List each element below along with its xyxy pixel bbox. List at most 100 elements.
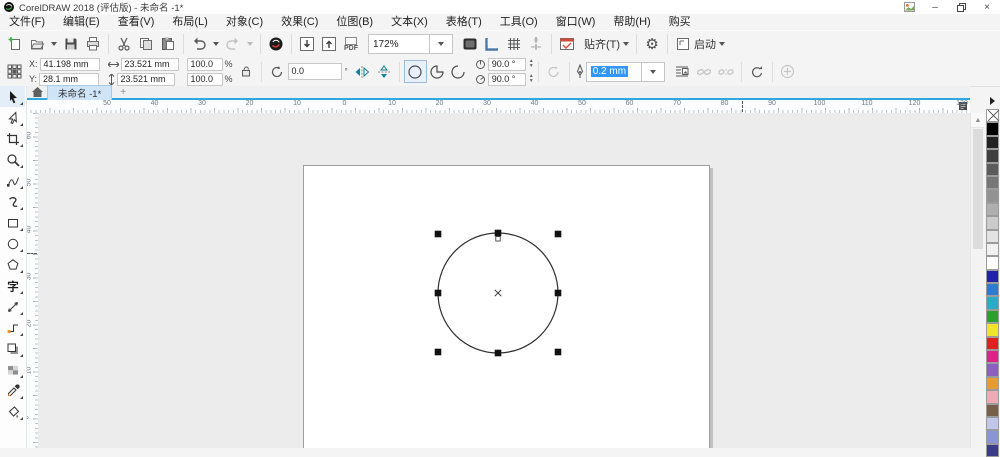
- object-width-field[interactable]: 23.521 mm: [120, 57, 179, 71]
- object-position-grid-icon[interactable]: [3, 61, 25, 83]
- show-rulers-icon[interactable]: [481, 33, 503, 55]
- color-swatch-blue[interactable]: [986, 283, 999, 297]
- color-swatch-magenta[interactable]: [986, 350, 999, 364]
- color-swatch-red[interactable]: [986, 336, 999, 351]
- menu-item[interactable]: 布局(L): [163, 14, 216, 30]
- fullscreen-preview-icon[interactable]: [459, 33, 481, 55]
- open-dropdown-arrow[interactable]: [51, 42, 57, 46]
- vertical-scrollbar[interactable]: ▲: [970, 113, 985, 448]
- start-angle-spinner[interactable]: ▲ ▼: [529, 59, 534, 69]
- rotation-angle-field[interactable]: 0.0: [287, 63, 342, 80]
- close-button[interactable]: ×: [974, 1, 1000, 14]
- zoom-level-combo[interactable]: 172%: [368, 34, 430, 54]
- scroll-up-button[interactable]: ▲: [971, 113, 985, 128]
- color-swatch-no-color[interactable]: [986, 109, 999, 123]
- pick-tool[interactable]: [0, 86, 25, 107]
- outline-width-combo[interactable]: 0.2 mm: [585, 61, 642, 82]
- menu-item[interactable]: 位图(B): [327, 14, 382, 30]
- search-content-icon[interactable]: [265, 33, 287, 55]
- color-swatch-pink[interactable]: [986, 390, 999, 404]
- import-icon[interactable]: [296, 33, 318, 55]
- menu-item[interactable]: 购买: [660, 14, 700, 30]
- convert-to-curves-icon[interactable]: [746, 61, 768, 83]
- interactive-fill-tool[interactable]: [0, 401, 25, 422]
- selected-ellipse-object[interactable]: [428, 221, 574, 367]
- color-swatch-lavender[interactable]: [986, 430, 999, 444]
- color-swatch-60-black[interactable]: [986, 175, 999, 190]
- zoom-level-dropdown[interactable]: [430, 34, 453, 54]
- snap-to-label[interactable]: 贴齐(T): [584, 36, 620, 52]
- text-tool[interactable]: 字: [0, 275, 25, 296]
- restore-button[interactable]: [948, 1, 974, 14]
- end-angle-spinner[interactable]: ▲ ▼: [529, 74, 534, 84]
- color-swatch-cyan[interactable]: [986, 296, 999, 310]
- home-icon[interactable]: [32, 87, 43, 97]
- palette-flyout-arrow[interactable]: [990, 97, 995, 105]
- color-swatch-light-lavender[interactable]: [986, 416, 999, 431]
- menu-item[interactable]: 效果(C): [272, 14, 327, 30]
- color-swatch-green[interactable]: [986, 309, 999, 324]
- ellipse-tool[interactable]: [0, 233, 25, 254]
- color-swatch-70-black[interactable]: [986, 162, 999, 176]
- menu-item[interactable]: 对象(C): [217, 14, 272, 30]
- artistic-media-tool[interactable]: [0, 191, 25, 212]
- copy-icon[interactable]: [135, 33, 157, 55]
- launch-dropdown-arrow[interactable]: [719, 42, 726, 46]
- menu-item[interactable]: 表格(T): [437, 14, 491, 30]
- scale-vertical-field[interactable]: 100.0: [186, 72, 223, 86]
- save-icon[interactable]: [60, 33, 82, 55]
- crop-tool[interactable]: [0, 128, 25, 149]
- horizontal-ruler[interactable]: 50 40 30 20 10 0 10 20 30 40 50 60 70 80 90 100 110 120 13…: [26, 100, 970, 114]
- pdf-icon[interactable]: PDF: [340, 33, 362, 55]
- show-guidelines-icon[interactable]: [525, 33, 547, 55]
- color-swatch-20-black[interactable]: [986, 229, 999, 243]
- undo-icon[interactable]: [188, 33, 210, 55]
- change-direction-icon[interactable]: [543, 61, 565, 83]
- zoom-tool[interactable]: [0, 149, 25, 170]
- snap-to-dropdown-arrow[interactable]: [623, 42, 630, 46]
- launch-label[interactable]: 启动: [694, 36, 716, 52]
- menu-item[interactable]: 文件(F): [0, 14, 54, 30]
- transparency-tool[interactable]: [0, 359, 25, 380]
- outline-width-dropdown[interactable]: [641, 61, 665, 82]
- color-swatch-90-black[interactable]: [986, 135, 999, 150]
- color-swatch-yellow[interactable]: [986, 323, 999, 337]
- object-height-field[interactable]: 23.521 mm: [116, 72, 175, 86]
- color-eyedropper-tool[interactable]: [0, 380, 25, 401]
- menu-item[interactable]: 帮助(H): [604, 14, 659, 30]
- redo-dropdown-arrow[interactable]: [247, 42, 253, 46]
- drop-shadow-tool[interactable]: [0, 338, 25, 359]
- mirror-vertical-icon[interactable]: [373, 61, 395, 83]
- rectangle-tool[interactable]: [0, 212, 25, 233]
- color-swatch-navy-blue[interactable]: [986, 269, 999, 284]
- options-gear-icon[interactable]: ⚙: [641, 33, 663, 55]
- menu-item[interactable]: 查看(V): [109, 14, 164, 30]
- ellipse-node[interactable]: [495, 236, 501, 242]
- connector-tool[interactable]: [0, 317, 25, 338]
- plus-circle-icon[interactable]: [777, 61, 799, 83]
- mirror-horizontal-icon[interactable]: [351, 61, 373, 83]
- minimize-button[interactable]: –: [922, 1, 948, 14]
- print-icon[interactable]: [82, 33, 104, 55]
- unlink-icon[interactable]: [715, 61, 737, 83]
- color-swatch-80-black[interactable]: [986, 149, 999, 163]
- color-swatch-brown[interactable]: [986, 403, 999, 417]
- show-grid-icon[interactable]: [503, 33, 525, 55]
- launch-icon[interactable]: [672, 33, 694, 55]
- new-tab-button[interactable]: +: [120, 87, 126, 98]
- open-icon[interactable]: [26, 33, 48, 55]
- link-icon[interactable]: [693, 61, 715, 83]
- color-swatch-30-black[interactable]: [986, 216, 999, 230]
- polygon-tool[interactable]: [0, 254, 25, 275]
- wrap-text-icon[interactable]: [671, 61, 693, 83]
- dimension-tool[interactable]: [0, 296, 25, 317]
- undo-dropdown-arrow[interactable]: [213, 42, 219, 46]
- new-document-icon[interactable]: [4, 33, 26, 55]
- pie-mode-button[interactable]: [427, 61, 448, 82]
- color-swatch-white[interactable]: [986, 256, 999, 270]
- menu-item[interactable]: 工具(O): [491, 14, 547, 30]
- color-swatch-orange[interactable]: [986, 376, 999, 391]
- color-swatch-10-black[interactable]: [986, 242, 999, 257]
- scrollbar-thumb[interactable]: [973, 129, 983, 249]
- x-position-field[interactable]: 41.198 mm: [39, 57, 100, 71]
